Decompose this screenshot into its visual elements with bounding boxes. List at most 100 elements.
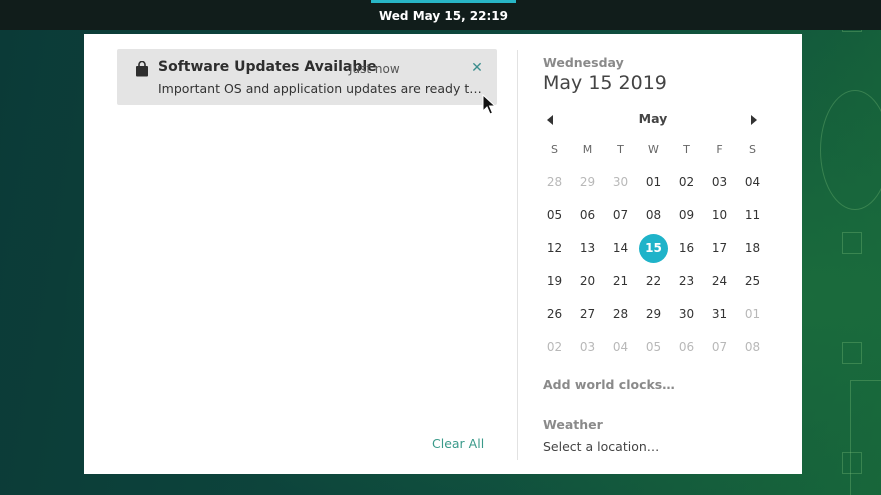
calendar-day-number: 19 <box>546 274 563 288</box>
calendar-day[interactable]: 02 <box>670 166 703 199</box>
shopping-bag-icon <box>136 61 148 77</box>
triangle-left-icon[interactable] <box>544 113 556 127</box>
calendar-day[interactable]: 09 <box>670 199 703 232</box>
calendar-day-number: 31 <box>711 307 728 321</box>
calendar-day[interactable]: 06 <box>670 331 703 364</box>
calendar-day[interactable]: 25 <box>736 265 769 298</box>
calendar-day-number: 10 <box>711 208 728 222</box>
calendar-day[interactable]: 08 <box>736 331 769 364</box>
calendar-day[interactable]: 07 <box>703 331 736 364</box>
calendar-day[interactable]: 03 <box>571 331 604 364</box>
calendar-day-number: 17 <box>711 241 728 255</box>
calendar-week-row: 12 13 14 15 16 17 18 <box>538 232 769 265</box>
calendar-day-number: 12 <box>546 241 563 255</box>
calendar-day[interactable]: 04 <box>604 331 637 364</box>
calendar-day[interactable]: 11 <box>736 199 769 232</box>
calendar-day-number: 11 <box>744 208 761 222</box>
calendar-day-number: 30 <box>678 307 695 321</box>
weekday-label: F <box>716 143 723 156</box>
notification-title: Software Updates Available <box>158 59 377 75</box>
current-date: May 15 2019 <box>543 72 667 94</box>
calendar-day-number: 29 <box>579 175 596 189</box>
calendar-day[interactable]: 06 <box>571 199 604 232</box>
calendar-day[interactable]: 01 <box>736 298 769 331</box>
calendar-day-number: 28 <box>612 307 629 321</box>
calendar-day[interactable]: 28 <box>604 298 637 331</box>
calendar-day[interactable]: 20 <box>571 265 604 298</box>
notification-time: Just now <box>349 62 400 76</box>
calendar-day-number: 25 <box>744 274 761 288</box>
calendar-day-number: 30 <box>612 175 629 189</box>
calendar-day-today[interactable]: 15 <box>637 232 670 265</box>
calendar-day-number: 05 <box>645 340 662 354</box>
calendar-day-number: 05 <box>546 208 563 222</box>
calendar-day[interactable]: 28 <box>538 166 571 199</box>
calendar-day[interactable]: 13 <box>571 232 604 265</box>
calendar-day[interactable]: 19 <box>538 265 571 298</box>
calendar-day[interactable]: 12 <box>538 232 571 265</box>
calendar-week-row: 19 20 21 22 23 24 25 <box>538 265 769 298</box>
calendar-day[interactable]: 29 <box>571 166 604 199</box>
weekday-label: S <box>749 143 756 156</box>
calendar-day[interactable]: 24 <box>703 265 736 298</box>
close-icon[interactable]: ✕ <box>469 60 485 76</box>
calendar-month-label: May <box>638 111 668 126</box>
calendar-week-row: 26 27 28 29 30 31 01 <box>538 298 769 331</box>
calendar-day[interactable]: 30 <box>604 166 637 199</box>
calendar-day[interactable]: 05 <box>637 331 670 364</box>
calendar-day-number: 03 <box>711 175 728 189</box>
notification-card[interactable]: Software Updates Available Just now ✕ Im… <box>117 49 497 105</box>
calendar-day[interactable]: 14 <box>604 232 637 265</box>
calendar-day-number: 16 <box>678 241 695 255</box>
calendar-day-number: 01 <box>744 307 761 321</box>
triangle-right-icon[interactable] <box>748 113 760 127</box>
calendar-day[interactable]: 10 <box>703 199 736 232</box>
calendar-day-number: 03 <box>579 340 596 354</box>
calendar-day[interactable]: 07 <box>604 199 637 232</box>
calendar-day-number: 04 <box>744 175 761 189</box>
calendar-day[interactable]: 26 <box>538 298 571 331</box>
calendar-day[interactable]: 22 <box>637 265 670 298</box>
add-world-clocks-link[interactable]: Add world clocks… <box>543 377 675 392</box>
calendar-day-number: 07 <box>612 208 629 222</box>
calendar-day[interactable]: 02 <box>538 331 571 364</box>
calendar-day-number: 29 <box>645 307 662 321</box>
weekday-label: S <box>551 143 558 156</box>
calendar-day[interactable]: 01 <box>637 166 670 199</box>
calendar-day[interactable]: 03 <box>703 166 736 199</box>
calendar-day[interactable]: 04 <box>736 166 769 199</box>
calendar-day[interactable]: 16 <box>670 232 703 265</box>
calendar-day-number: 06 <box>678 340 695 354</box>
calendar-day-number: 15 <box>645 241 662 255</box>
weekday-label: T <box>683 143 690 156</box>
weekday-label: T <box>617 143 624 156</box>
calendar-day[interactable]: 29 <box>637 298 670 331</box>
calendar-day-number: 07 <box>711 340 728 354</box>
calendar-day[interactable]: 30 <box>670 298 703 331</box>
calendar-day[interactable]: 08 <box>637 199 670 232</box>
calendar-day-number: 08 <box>645 208 662 222</box>
calendar-day[interactable]: 31 <box>703 298 736 331</box>
calendar-day-number: 18 <box>744 241 761 255</box>
clear-all-button[interactable]: Clear All <box>432 436 484 451</box>
notifications-pane: Software Updates Available Just now ✕ Im… <box>84 34 517 474</box>
panel-clock[interactable]: Wed May 15, 22:19 <box>371 0 516 30</box>
calendar-day-number: 13 <box>579 241 596 255</box>
weather-select-location[interactable]: Select a location… <box>543 439 659 454</box>
circuit-decoration <box>842 342 862 364</box>
calendar-day-number: 04 <box>612 340 629 354</box>
calendar-day-number: 26 <box>546 307 563 321</box>
calendar-days: 28 29 30 01 02 03 04 05 06 07 08 09 10 11 12 13 14 15 16 17… <box>538 166 769 364</box>
calendar-day-number: 01 <box>645 175 662 189</box>
calendar-day-number: 28 <box>546 175 563 189</box>
calendar-day[interactable]: 21 <box>604 265 637 298</box>
calendar-day-number: 23 <box>678 274 695 288</box>
circuit-decoration <box>820 90 881 210</box>
calendar-day[interactable]: 17 <box>703 232 736 265</box>
calendar-day-number: 09 <box>678 208 695 222</box>
calendar-day[interactable]: 18 <box>736 232 769 265</box>
calendar-day[interactable]: 23 <box>670 265 703 298</box>
circuit-decoration <box>842 232 862 254</box>
calendar-day[interactable]: 05 <box>538 199 571 232</box>
calendar-day[interactable]: 27 <box>571 298 604 331</box>
